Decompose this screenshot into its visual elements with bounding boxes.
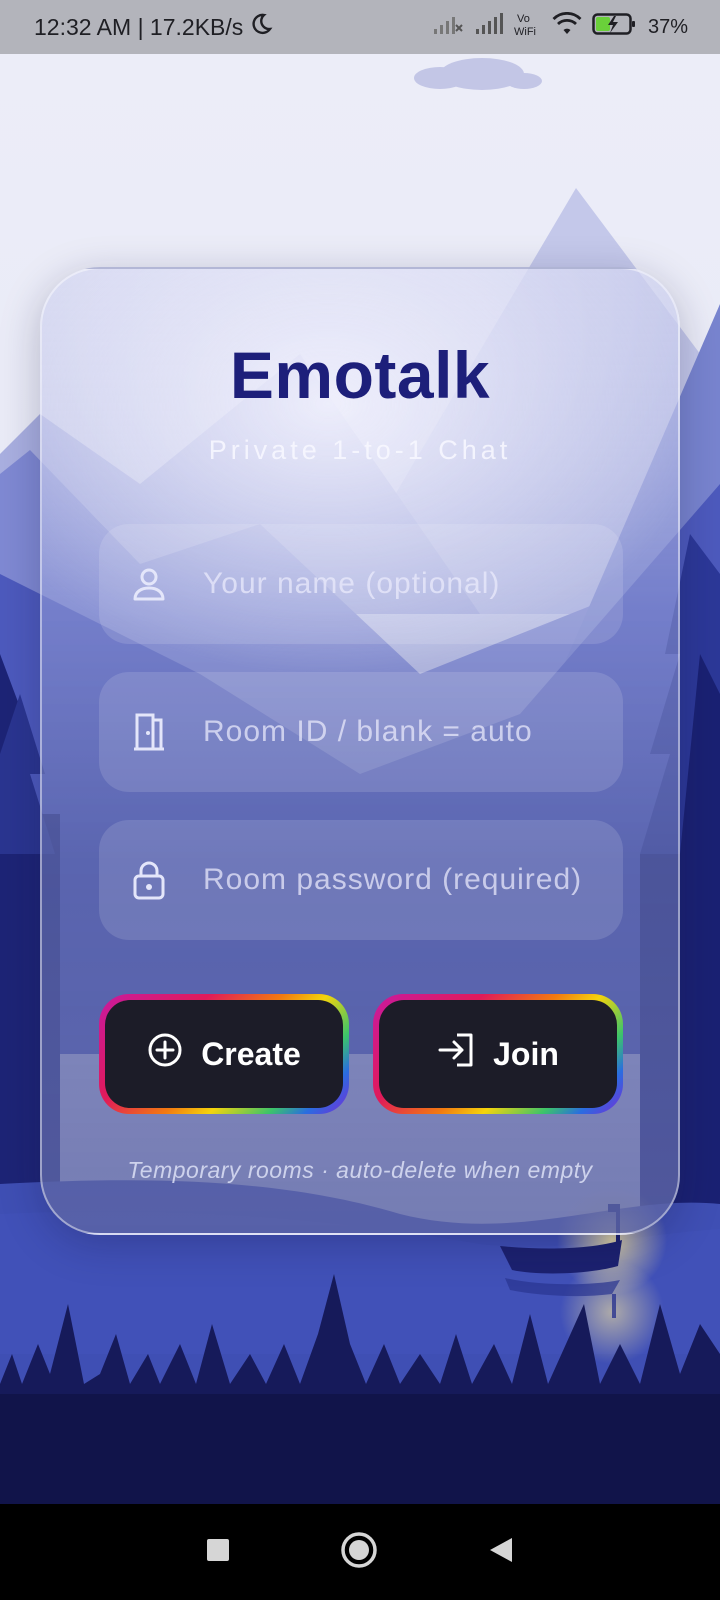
status-bar: 12:32 AM | 17.2KB/s Vo WiFi 37% [0, 0, 720, 54]
plus-circle-icon [147, 1032, 183, 1076]
svg-text:Vo: Vo [517, 13, 530, 25]
login-arrow-icon [437, 1032, 475, 1076]
home-circle-icon[interactable] [339, 1530, 379, 1575]
moon-icon [249, 12, 273, 42]
signal-off-icon [432, 13, 464, 41]
room-id-field[interactable] [99, 672, 623, 792]
status-time-speed: 12:32 AM | 17.2KB/s [34, 13, 244, 40]
person-icon [127, 562, 171, 606]
create-button-label: Create [201, 1035, 301, 1072]
hint-text: Temporary rooms · auto-delete when empty [127, 1157, 593, 1183]
svg-text:WiFi: WiFi [514, 26, 536, 37]
lock-icon [127, 858, 171, 902]
login-card: Emotalk Private 1-to-1 Chat Create [40, 267, 680, 1235]
status-right: Vo WiFi 37% [432, 11, 688, 43]
recents-square-icon[interactable] [204, 1536, 232, 1569]
join-button[interactable]: Join [373, 994, 623, 1114]
battery-charging-icon [592, 12, 638, 42]
system-nav-bar [0, 1504, 720, 1600]
room-password-input[interactable] [203, 863, 623, 897]
create-button[interactable]: Create [99, 994, 349, 1114]
room-password-field[interactable] [99, 820, 623, 940]
vowifi-icon: Vo WiFi [514, 11, 542, 43]
back-triangle-icon[interactable] [486, 1535, 516, 1570]
name-input[interactable] [203, 567, 623, 601]
app-subtitle: Private 1-to-1 Chat [208, 435, 512, 465]
status-left: 12:32 AM | 17.2KB/s [34, 12, 273, 42]
join-button-label: Join [493, 1035, 559, 1072]
room-id-input[interactable] [203, 715, 623, 749]
battery-percent: 37% [647, 15, 688, 38]
wifi-icon [552, 12, 582, 42]
app-title: Emotalk [229, 338, 491, 412]
signal-icon [474, 13, 504, 41]
door-icon [127, 710, 171, 754]
name-field[interactable] [99, 524, 623, 644]
